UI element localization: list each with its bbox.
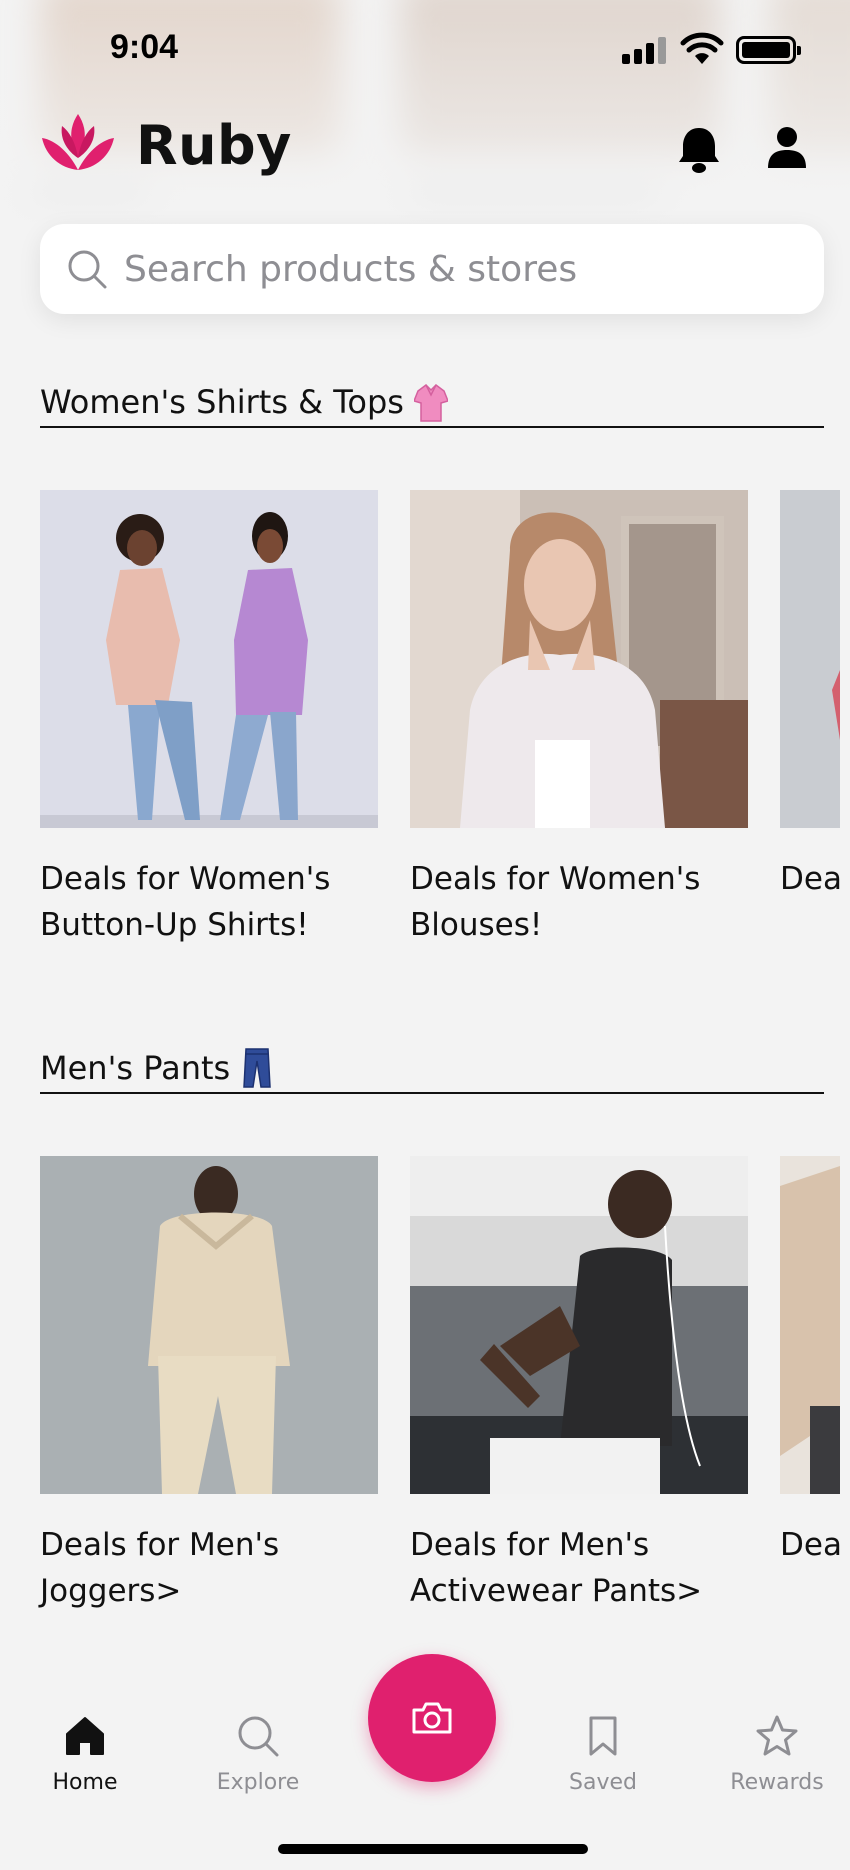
deal-image-womens-button-up[interactable] (40, 490, 378, 828)
deal-card-mens-lounge[interactable]: Deal Loun (780, 1156, 840, 1568)
deal-card-womens-blouses[interactable]: Deals for Women's Blouses! (410, 490, 748, 948)
nav-rewards[interactable]: Rewards (707, 1714, 847, 1795)
status-time: 9:04 (110, 28, 179, 66)
section-title-mens-pants: Men's Pants (40, 1044, 824, 1094)
deal-caption: Deals for Women's Blouses! (410, 861, 701, 943)
home-icon (66, 1717, 104, 1755)
deal-image-mens-lounge[interactable] (780, 1156, 840, 1494)
jeans-emoji-icon (243, 1048, 271, 1088)
nav-explore-label: Explore (216, 1770, 300, 1795)
wifi-icon (680, 32, 724, 64)
section-title-text: Women's Shirts & Tops (40, 383, 404, 421)
search-input[interactable] (124, 248, 804, 290)
deal-card-mens-joggers[interactable]: Deals for Men's Joggers> (40, 1156, 378, 1614)
camera-icon (412, 1702, 452, 1734)
search-bar[interactable] (40, 224, 824, 314)
nav-saved[interactable]: Saved (533, 1714, 673, 1795)
deal-caption: Deals for Men's Joggers> (40, 1527, 280, 1609)
deal-image-womens-blouses[interactable] (410, 490, 748, 828)
nav-saved-label: Saved (569, 1770, 637, 1795)
section-title-text: Men's Pants (40, 1049, 231, 1087)
deal-caption: Deals for Men's Activewear Pants> (410, 1527, 703, 1609)
deal-caption: Deals for Women's Button-Up Shirts! (40, 861, 331, 943)
profile-user-icon[interactable] (766, 124, 808, 172)
deal-caption: Deal Loun (780, 1527, 840, 1563)
deal-caption: Deal T-Sh (780, 861, 840, 897)
deal-image-mens-joggers[interactable] (40, 1156, 378, 1494)
deal-image-mens-activewear[interactable] (410, 1156, 748, 1494)
blouse-emoji-icon (413, 384, 448, 422)
deal-card-womens-tshirts[interactable]: Deal T-Sh (780, 490, 840, 902)
bookmark-icon (589, 1716, 617, 1756)
battery-icon (736, 36, 801, 64)
explore-search-icon (238, 1716, 279, 1757)
camera-button[interactable] (368, 1654, 496, 1782)
nav-explore[interactable]: Explore (188, 1714, 328, 1795)
deal-card-mens-activewear[interactable]: Deals for Men's Activewear Pants> (410, 1156, 748, 1614)
cellular-signal-icon (622, 34, 666, 64)
home-indicator (278, 1844, 588, 1854)
notifications-bell-icon[interactable] (676, 124, 722, 176)
status-bar: 9:04 (0, 0, 850, 100)
ruby-logo-icon (42, 114, 114, 170)
search-icon (68, 250, 107, 289)
nav-rewards-label: Rewards (730, 1770, 824, 1795)
deal-card-womens-button-up[interactable]: Deals for Women's Button-Up Shirts! (40, 490, 378, 948)
section-title-womens-shirts: Women's Shirts & Tops (40, 378, 824, 428)
nav-home[interactable]: Home (15, 1714, 155, 1795)
star-icon (756, 1715, 798, 1756)
deal-image-womens-tshirts[interactable] (780, 490, 840, 828)
nav-home-label: Home (52, 1770, 118, 1795)
brand-name: Ruby (136, 114, 292, 177)
